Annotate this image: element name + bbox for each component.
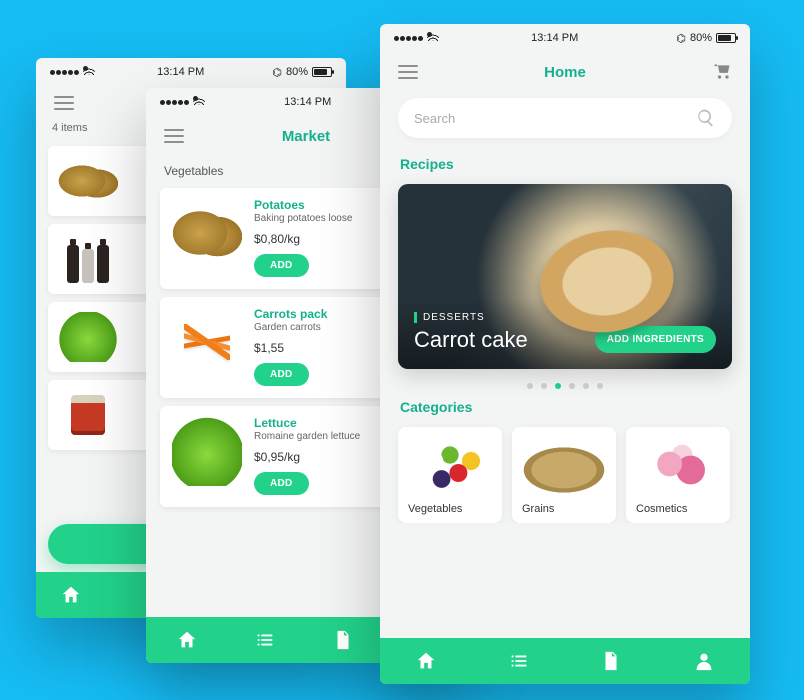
bluetooth-icon: ⌬: [676, 32, 686, 45]
product-image-icon: [172, 198, 242, 268]
recipe-card[interactable]: DESSERTS Carrot cake ADD INGREDIENTS: [398, 184, 732, 369]
add-button[interactable]: ADD: [254, 363, 309, 386]
category-name: Grains: [522, 503, 606, 515]
wifi-icon: [427, 32, 432, 37]
dot-icon[interactable]: [597, 383, 603, 389]
add-ingredients-button[interactable]: ADD INGREDIENTS: [595, 326, 716, 353]
search-icon: [696, 108, 716, 128]
dot-icon[interactable]: [555, 383, 561, 389]
home-icon[interactable]: [176, 629, 198, 651]
search-field[interactable]: [414, 111, 696, 126]
status-time: 13:14 PM: [157, 66, 204, 78]
product-image-icon: [172, 416, 242, 486]
document-icon[interactable]: [332, 629, 354, 651]
home-icon[interactable]: [60, 584, 82, 606]
battery-icon: [312, 67, 332, 77]
product-image-icon: [58, 390, 118, 440]
dot-icon[interactable]: [527, 383, 533, 389]
status-right: ⌬ 80%: [272, 66, 332, 79]
menu-button[interactable]: [164, 129, 184, 143]
list-icon[interactable]: [508, 650, 530, 672]
list-icon[interactable]: [254, 629, 276, 651]
category-card[interactable]: Vegetables: [398, 427, 502, 523]
product-image-icon: [58, 312, 118, 362]
product-image-icon: [58, 156, 118, 206]
signal-dots-icon: [394, 32, 433, 44]
product-image-icon: [58, 235, 118, 283]
carousel-dots[interactable]: [380, 373, 750, 393]
header: Home: [380, 52, 750, 90]
wifi-icon: [83, 66, 88, 71]
category-name: Cosmetics: [636, 503, 720, 515]
category-card[interactable]: Cosmetics: [626, 427, 730, 523]
category-card[interactable]: Grains: [512, 427, 616, 523]
battery-pct: 80%: [286, 66, 308, 78]
dot-icon[interactable]: [541, 383, 547, 389]
battery-pct: 80%: [690, 32, 712, 44]
dot-icon[interactable]: [583, 383, 589, 389]
category-image-icon: [522, 437, 606, 497]
cart-icon[interactable]: [712, 62, 732, 82]
battery-icon: [716, 33, 736, 43]
signal-dots-icon: [160, 96, 199, 108]
recipe-title: Carrot cake: [414, 327, 528, 353]
tab-bar: [380, 638, 750, 684]
home-icon[interactable]: [415, 650, 437, 672]
signal-dots-icon: [50, 66, 89, 78]
status-right: ⌬ 80%: [676, 32, 736, 45]
status-time: 13:14 PM: [284, 96, 331, 108]
page-title: Home: [544, 64, 586, 81]
document-icon[interactable]: [600, 650, 622, 672]
screen-home: 13:14 PM ⌬ 80% Home Recipes DESSERTS Carr…: [380, 24, 750, 684]
add-button[interactable]: ADD: [254, 254, 309, 277]
dot-icon[interactable]: [569, 383, 575, 389]
categories-row: Vegetables Grains Cosmetics: [380, 421, 750, 523]
category-image-icon: [636, 437, 720, 497]
search-input[interactable]: [398, 98, 732, 138]
recipes-heading: Recipes: [380, 150, 750, 178]
add-button[interactable]: ADD: [254, 472, 309, 495]
page-title: Market: [282, 128, 330, 145]
category-image-icon: [408, 437, 492, 497]
product-image-icon: [172, 307, 242, 377]
recipe-category: DESSERTS: [414, 312, 528, 323]
status-bar: 13:14 PM ⌬ 80%: [36, 58, 346, 86]
menu-button[interactable]: [398, 65, 418, 79]
status-time: 13:14 PM: [531, 32, 578, 44]
profile-icon[interactable]: [693, 650, 715, 672]
menu-button[interactable]: [54, 96, 74, 110]
categories-heading: Categories: [380, 393, 750, 421]
bluetooth-icon: ⌬: [272, 66, 282, 79]
wifi-icon: [193, 96, 198, 101]
status-bar: 13:14 PM ⌬ 80%: [380, 24, 750, 52]
category-name: Vegetables: [408, 503, 492, 515]
